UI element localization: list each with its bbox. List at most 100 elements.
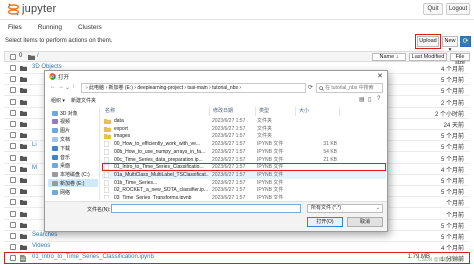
column-size[interactable]: 大小	[296, 107, 340, 116]
new-dropdown-button[interactable]: New ▾	[442, 36, 458, 53]
address-refresh-icon[interactable]: ⟳	[308, 84, 313, 91]
row-checkbox[interactable]	[10, 132, 16, 139]
folder-icon	[20, 88, 27, 94]
file-name-link[interactable]: Videos	[32, 243, 50, 249]
nav-pane-item[interactable]: 本地磁盘 (C:)	[52, 171, 90, 179]
row-checkbox[interactable]	[10, 98, 16, 105]
row-checkbox[interactable]	[10, 210, 16, 217]
logout-button[interactable]: Logout	[446, 3, 470, 15]
filetype-value: 所有文件 (*.*)	[311, 205, 342, 211]
folder-icon	[20, 155, 27, 161]
row-checkbox[interactable]	[10, 255, 16, 262]
folder-icon	[20, 77, 27, 83]
refresh-button[interactable]: ⟳	[460, 36, 471, 47]
row-checkbox[interactable]	[10, 177, 16, 183]
filename-input[interactable]	[111, 204, 301, 213]
preview-pane-icon[interactable]: ▯	[368, 96, 371, 103]
upload-button[interactable]: Upload	[415, 34, 441, 49]
file-icon	[104, 148, 109, 155]
dialog-file-row[interactable]: 03_Time_Series_Transforms.ipynb 2023/6/27…	[102, 194, 386, 199]
column-type[interactable]: 类型	[256, 107, 296, 116]
view-options-icon[interactable]: ▤	[359, 96, 365, 103]
file-list-row[interactable]: Videos 4 个月前	[4, 241, 470, 254]
column-name[interactable]: 名称	[102, 107, 210, 116]
file-modified-time: 5 个月前	[440, 145, 464, 152]
row-checkbox[interactable]	[10, 76, 16, 83]
file-modified-time: 4 个月前	[440, 67, 464, 73]
tab-running[interactable]: Running	[34, 23, 66, 35]
folder-icon	[20, 211, 27, 217]
folder-icon	[20, 234, 27, 239]
dialog-title-bar: 打开 ✕	[45, 71, 387, 81]
back-arrow-icon[interactable]: ←	[50, 84, 56, 90]
nav-pane-item[interactable]: 音乐	[52, 153, 70, 161]
dialog-title: 打开	[58, 75, 70, 81]
row-checkbox[interactable]	[10, 143, 16, 150]
row-checkbox[interactable]	[10, 199, 16, 206]
file-modified-time: 4 个月前	[440, 246, 464, 253]
organize-button[interactable]: 组织 ▾	[51, 97, 65, 104]
row-checkbox[interactable]	[10, 154, 16, 161]
dialog-close-button[interactable]: ✕	[377, 72, 383, 80]
selected-count: 0	[19, 53, 23, 59]
select-all-checkbox[interactable]	[10, 54, 16, 60]
new-folder-button[interactable]: 新建文件夹	[71, 97, 96, 104]
row-checkbox[interactable]	[10, 244, 16, 251]
folder-icon	[20, 66, 27, 71]
nav-pane-item[interactable]: 网络	[52, 188, 70, 196]
nav-item-label: 3D 对象	[60, 110, 78, 117]
tab-files[interactable]: Files	[4, 23, 26, 35]
sort-by-size-button[interactable]: File size	[450, 53, 470, 66]
recent-dropdown-icon[interactable]: ⌄	[65, 84, 70, 91]
file-name-link[interactable]: M	[32, 165, 37, 171]
nav-pane-item[interactable]: 新加卷 (E:)	[48, 179, 98, 188]
row-checkbox[interactable]	[10, 121, 16, 127]
folder-icon[interactable]	[28, 54, 35, 60]
row-checkbox[interactable]	[10, 65, 16, 71]
row-checkbox[interactable]	[10, 221, 16, 228]
forward-arrow-icon[interactable]: →	[58, 84, 64, 90]
quit-button[interactable]: Quit	[423, 3, 443, 15]
notebook-icon	[20, 255, 26, 263]
nav-pane-item[interactable]: 视频	[52, 118, 70, 126]
nav-pane-item[interactable]: 3D 对象	[52, 109, 78, 117]
file-modified-time: 5 个月前	[440, 179, 464, 185]
breadcrumb-root[interactable]: /	[37, 53, 39, 59]
dialog-file-date: 2023/6/27 1:57	[212, 195, 246, 199]
row-checkbox[interactable]	[10, 188, 16, 195]
file-modified-time: 24 天前	[443, 123, 464, 129]
file-name-link[interactable]: Searches	[32, 232, 57, 238]
file-modified-time: 2 个月前	[440, 100, 464, 107]
row-checkbox[interactable]	[10, 233, 16, 239]
filetype-select[interactable]: 所有文件 (*.*) ⌄	[307, 204, 383, 213]
file-modified-time: 5 个月前	[440, 156, 464, 163]
file-list-row[interactable]: 01_Intro_to_Time_Series_Classification.i…	[4, 252, 470, 265]
jupyter-logo[interactable]: jupyter	[8, 2, 56, 16]
tab-clusters[interactable]: Clusters	[74, 23, 106, 35]
file-modified-time: 5 个月前	[440, 223, 464, 230]
file-icon	[104, 156, 109, 163]
open-button[interactable]: 打开(O)	[307, 217, 343, 227]
cancel-button[interactable]: 取消	[347, 217, 383, 227]
up-arrow-icon[interactable]: ↑	[72, 84, 75, 90]
column-date[interactable]: 修改日期	[210, 107, 256, 116]
nav-pane-item[interactable]: 桌面	[52, 162, 70, 170]
filename-label: 文件名(N):	[87, 207, 111, 213]
help-icon[interactable]: ?	[377, 96, 380, 102]
nav-pane-item[interactable]: 下载	[52, 144, 70, 152]
sort-by-modified-button[interactable]: Last Modified	[409, 53, 447, 61]
folder-icon	[20, 122, 27, 127]
folder-icon	[104, 126, 111, 132]
dialog-search-input[interactable]: 在 tutorial_nbs 中搜索	[316, 83, 383, 93]
nav-pane-item[interactable]: 文档	[52, 135, 70, 143]
file-modified-time: 个月前	[445, 212, 464, 219]
row-checkbox[interactable]	[10, 165, 16, 172]
file-name-link[interactable]: Li	[32, 142, 37, 148]
row-checkbox[interactable]	[10, 109, 16, 116]
sort-by-name-button[interactable]: Name ↓	[372, 53, 406, 61]
nav-pane-item[interactable]: 图片	[52, 127, 70, 135]
search-placeholder: 在 tutorial_nbs 中搜索	[325, 85, 374, 91]
file-name-link[interactable]: 01_Intro_to_Time_Series_Classification.i…	[32, 254, 154, 260]
row-checkbox[interactable]	[10, 87, 16, 94]
address-bar[interactable]: › 此电脑 › 新加卷 (E:) › deeplearning-project …	[81, 83, 306, 93]
